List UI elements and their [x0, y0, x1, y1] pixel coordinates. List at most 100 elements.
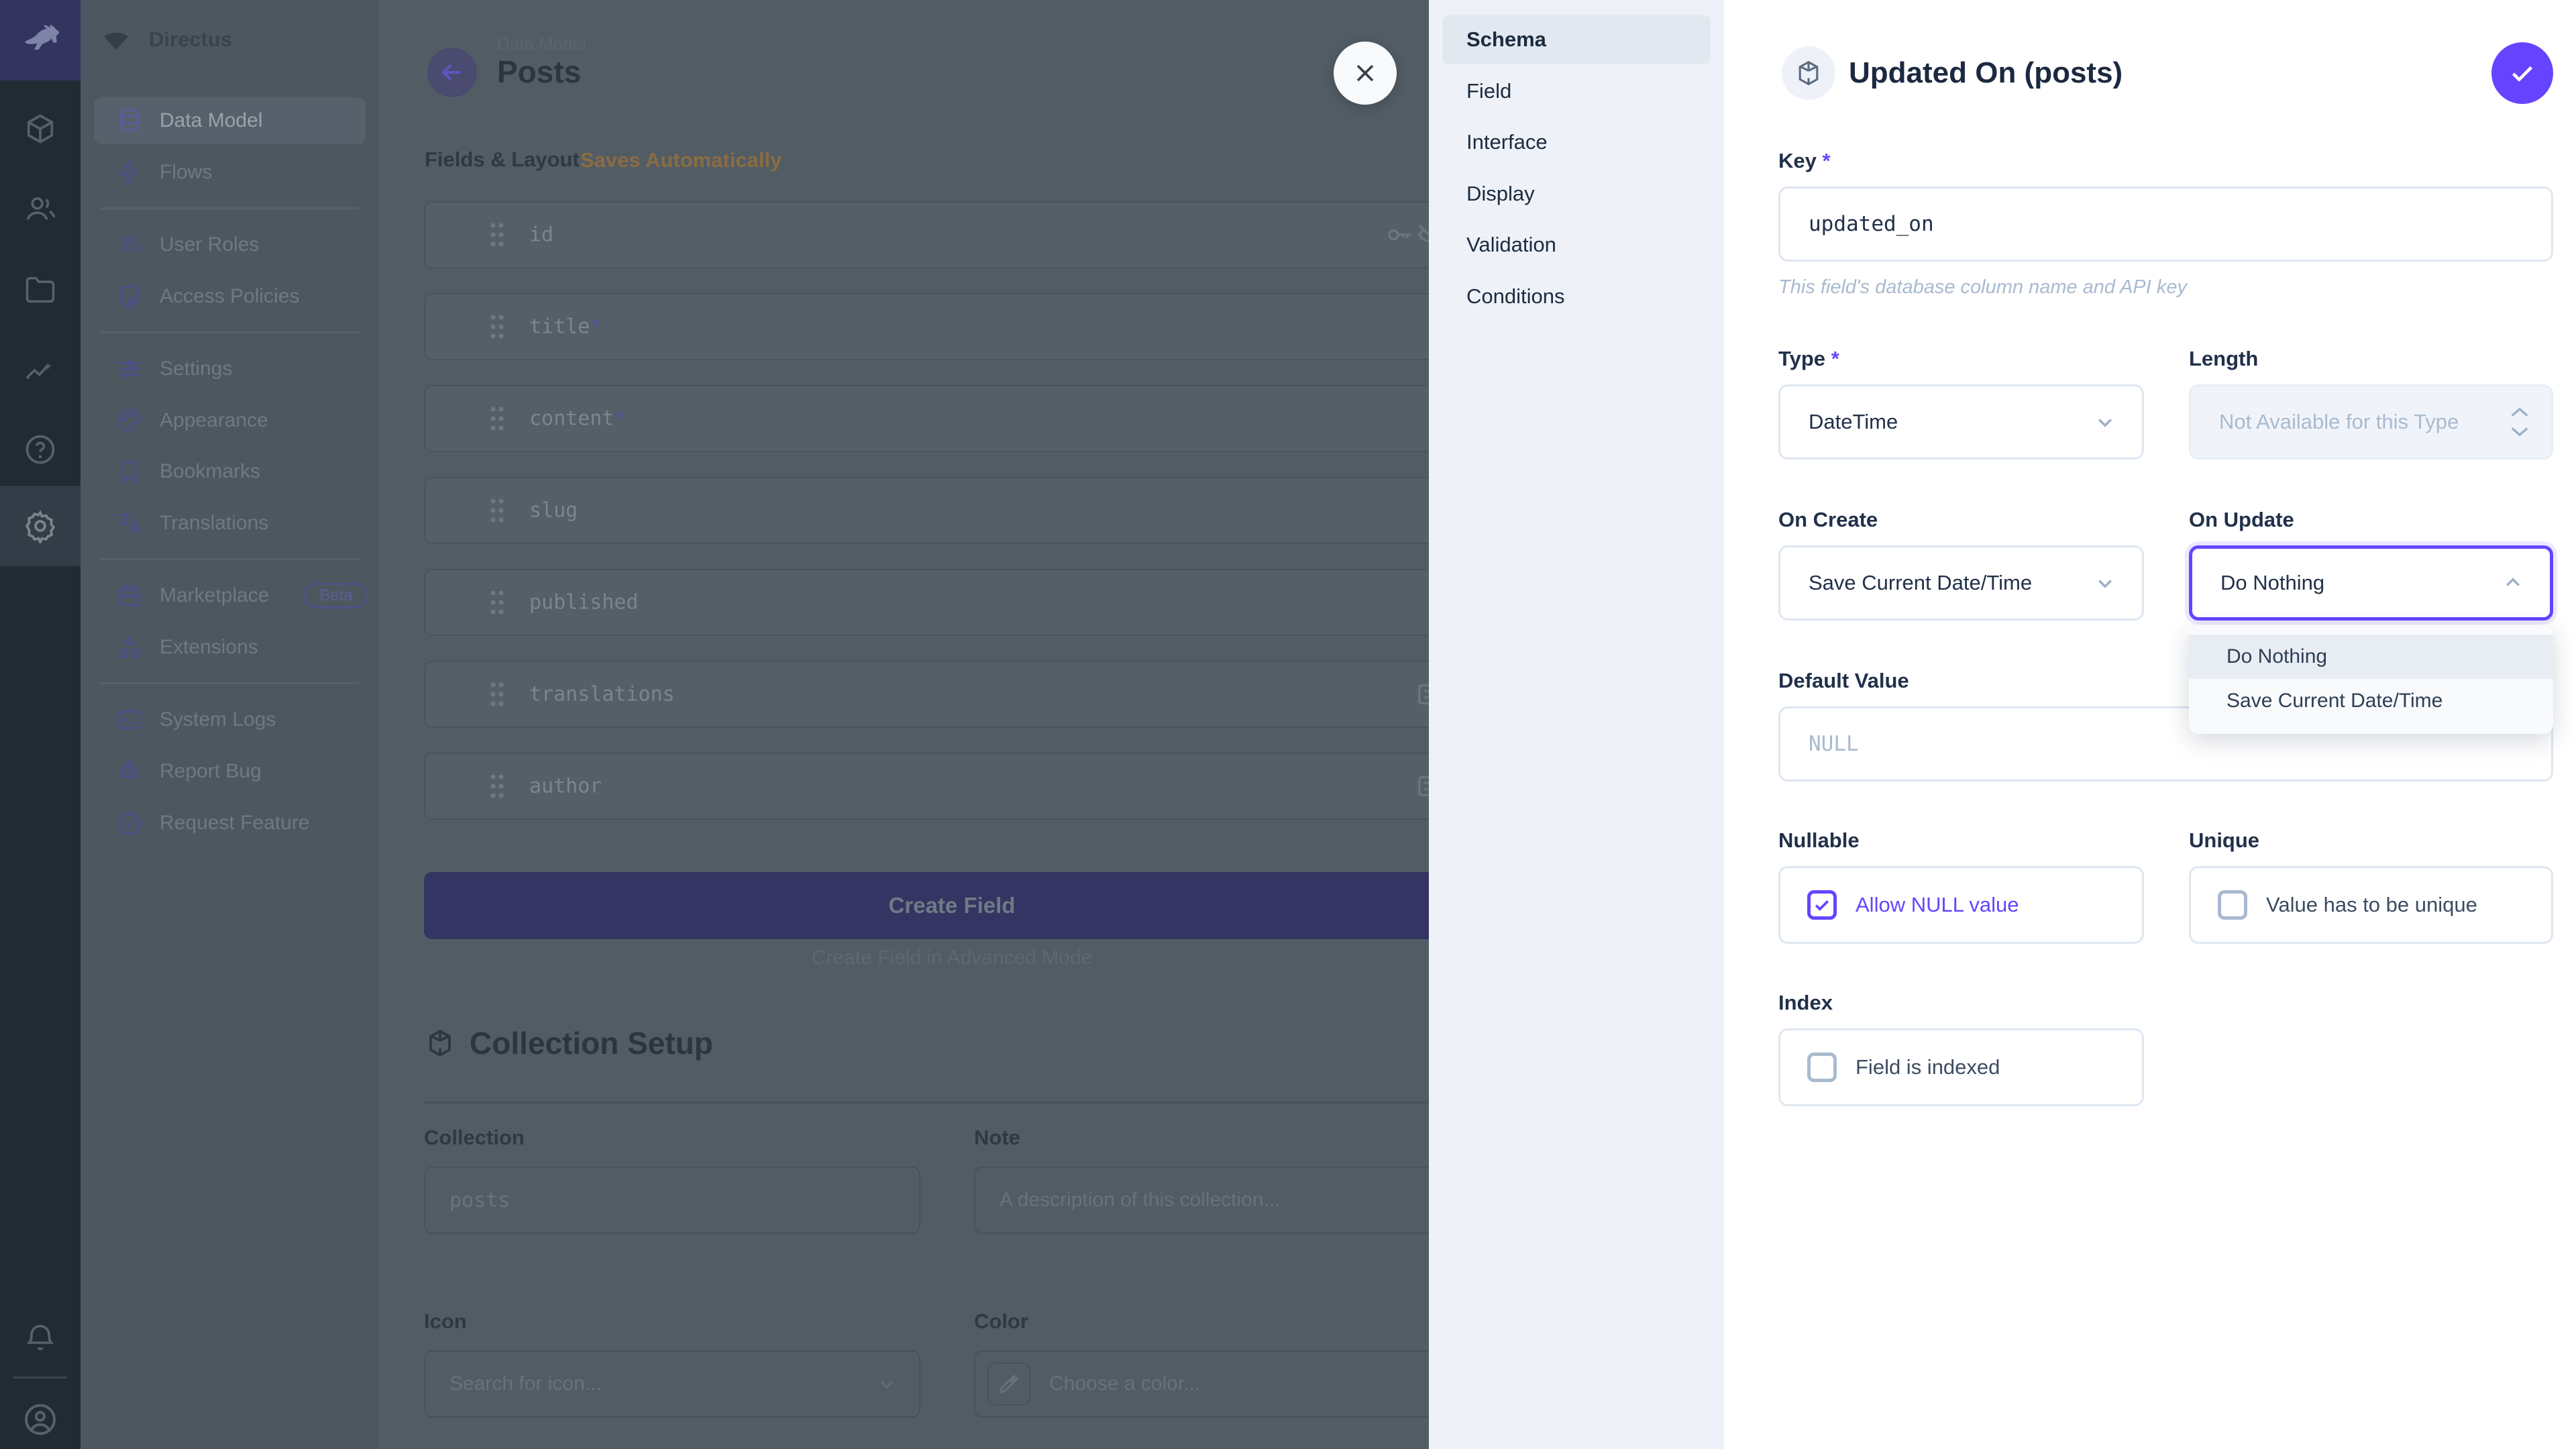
- collection-input[interactable]: posts: [424, 1167, 920, 1234]
- sidebar-item-label: Extensions: [160, 636, 258, 659]
- checkbox-unchecked-icon[interactable]: [1807, 1053, 1837, 1082]
- color-label: Color: [974, 1309, 1028, 1334]
- field-row-translations[interactable]: translations: [424, 661, 1429, 728]
- create-field-advanced-link[interactable]: Create Field in Advanced Mode: [424, 938, 1429, 978]
- bolt-icon: [115, 158, 144, 186]
- on-create-select[interactable]: Save Current Date/Time: [1778, 545, 2144, 621]
- color-input[interactable]: Choose a color...: [974, 1350, 1429, 1417]
- sidebar-item-translations[interactable]: Translations: [94, 500, 366, 547]
- tune-icon: [115, 355, 144, 383]
- project-logo-icon: [101, 24, 131, 55]
- tab-schema[interactable]: Schema: [1442, 15, 1711, 64]
- field-row-title[interactable]: title*: [424, 293, 1429, 360]
- sidebar-item-appearance[interactable]: Appearance: [94, 397, 366, 444]
- user-roles-icon: [115, 231, 144, 259]
- notifications-bell-icon[interactable]: [0, 1297, 80, 1378]
- index-label: Index: [1778, 991, 1833, 1015]
- nullable-checkbox-label: Allow NULL value: [1856, 893, 2019, 917]
- project-chip[interactable]: Directus: [101, 16, 362, 63]
- directus-logo[interactable]: [0, 0, 80, 80]
- key-input[interactable]: updated_on: [1778, 186, 2553, 262]
- field-row-content[interactable]: content*: [424, 385, 1429, 452]
- checkbox-unchecked-icon[interactable]: [2218, 890, 2247, 920]
- menu-option-do-nothing[interactable]: Do Nothing: [2189, 635, 2553, 679]
- default-value-placeholder: NULL: [1809, 732, 1859, 756]
- storefront-icon: [115, 582, 144, 610]
- palette-icon: [115, 407, 144, 435]
- breadcrumb[interactable]: Data Model: [497, 34, 586, 54]
- sidebar-item-access-policies[interactable]: Access Policies: [94, 273, 366, 320]
- unique-label: Unique: [2189, 828, 2259, 853]
- type-select[interactable]: DateTime: [1778, 384, 2144, 460]
- nullable-label: Nullable: [1778, 828, 1860, 853]
- tab-validation[interactable]: Validation: [1442, 220, 1711, 270]
- sidebar-item-label: Bookmarks: [160, 460, 260, 483]
- note-placeholder: A description of this collection...: [1000, 1189, 1281, 1212]
- drag-handle-icon: [488, 312, 506, 341]
- chevron-down-icon: [873, 1371, 900, 1397]
- sidebar-item-extensions[interactable]: Extensions: [94, 624, 366, 671]
- create-field-button[interactable]: Create Field: [424, 872, 1429, 939]
- field-key: translations: [529, 683, 675, 706]
- sidebar-item-settings[interactable]: Settings: [94, 345, 366, 392]
- color-placeholder: Choose a color...: [1049, 1373, 1200, 1395]
- sidebar-divider: [101, 331, 359, 333]
- sidebar-item-report-bug[interactable]: Report Bug: [94, 748, 366, 795]
- drag-handle-icon: [488, 404, 506, 433]
- drawer-header-icon-button[interactable]: [1782, 46, 1835, 100]
- eyedropper-icon[interactable]: [987, 1362, 1030, 1405]
- module-bar-divider: [13, 1377, 67, 1379]
- sidebar-item-bookmarks[interactable]: Bookmarks: [94, 448, 366, 495]
- sidebar-item-request-feature[interactable]: Request Feature: [94, 800, 366, 847]
- back-button[interactable]: [427, 48, 477, 97]
- type-label: Type *: [1778, 347, 1839, 371]
- files-module-icon[interactable]: [0, 250, 80, 330]
- drag-handle-icon: [488, 771, 506, 801]
- field-row-slug[interactable]: slug: [424, 477, 1429, 544]
- field-key: published: [529, 591, 639, 614]
- type-value: DateTime: [1809, 410, 1898, 434]
- help-module-icon[interactable]: [0, 409, 80, 490]
- page-title: Posts: [497, 54, 581, 90]
- tab-conditions[interactable]: Conditions: [1442, 272, 1711, 321]
- sidebar-item-marketplace[interactable]: Marketplace Beta: [94, 572, 366, 619]
- tab-field[interactable]: Field: [1442, 66, 1711, 116]
- save-button[interactable]: [2491, 42, 2553, 104]
- index-checkbox-box[interactable]: Field is indexed: [1778, 1028, 2144, 1106]
- sidebar-item-system-logs[interactable]: System Logs: [94, 696, 366, 743]
- feature-badge-icon: [115, 809, 144, 837]
- field-row-published[interactable]: published: [424, 569, 1429, 636]
- nullable-checkbox-box[interactable]: Allow NULL value: [1778, 866, 2144, 944]
- translate-icon: [115, 509, 144, 537]
- sidebar-item-user-roles[interactable]: User Roles: [94, 221, 366, 268]
- drag-handle-icon: [488, 220, 506, 250]
- number-stepper[interactable]: [2508, 405, 2531, 439]
- sidebar-item-flows[interactable]: Flows: [94, 149, 366, 196]
- close-drawer-button[interactable]: [1334, 42, 1397, 105]
- unique-checkbox-box[interactable]: Value has to be unique: [2189, 866, 2553, 944]
- sidebar-item-data-model[interactable]: Data Model: [94, 97, 366, 144]
- note-input[interactable]: A description of this collection...: [974, 1167, 1429, 1234]
- tab-display[interactable]: Display: [1442, 169, 1711, 219]
- field-row-author[interactable]: author: [424, 753, 1429, 820]
- checkbox-checked-icon[interactable]: [1807, 890, 1837, 920]
- on-update-select[interactable]: Do Nothing: [2189, 545, 2553, 621]
- users-module-icon[interactable]: [0, 169, 80, 250]
- content-module-icon[interactable]: [0, 89, 80, 169]
- menu-option-save-current[interactable]: Save Current Date/Time: [2189, 679, 2553, 723]
- sidebar-item-label: Settings: [160, 358, 232, 380]
- insights-module-icon[interactable]: [0, 330, 80, 411]
- sidebar-item-label: Flows: [160, 161, 212, 184]
- field-key: slug: [529, 499, 578, 523]
- settings-module-icon[interactable]: [0, 486, 80, 566]
- user-avatar-icon[interactable]: [0, 1379, 80, 1449]
- check-icon: [2507, 58, 2538, 89]
- tab-interface[interactable]: Interface: [1442, 117, 1711, 167]
- icon-select[interactable]: Search for icon...: [424, 1350, 920, 1417]
- bookmark-icon: [115, 458, 144, 486]
- collection-setup-heading: Collection Setup: [424, 1025, 713, 1061]
- field-key: content: [529, 407, 614, 431]
- field-key: author: [529, 775, 602, 798]
- relation-icon: [1415, 771, 1429, 802]
- field-row-id[interactable]: id: [424, 201, 1429, 268]
